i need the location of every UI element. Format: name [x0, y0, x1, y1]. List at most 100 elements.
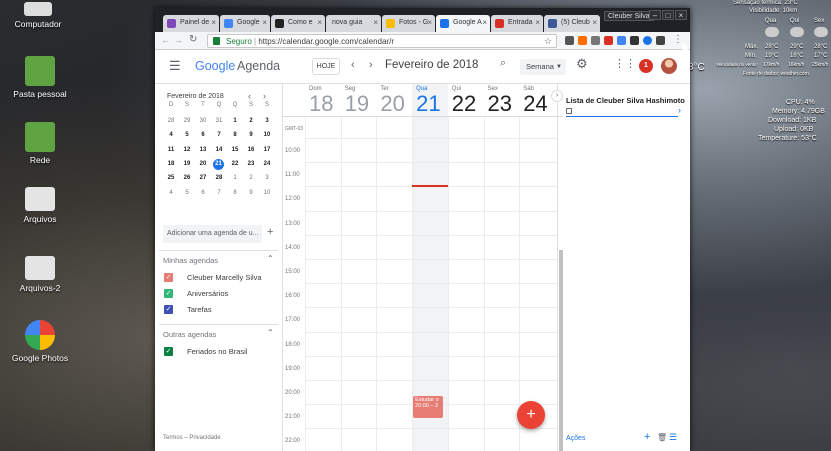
prev-week-icon[interactable]: ‹: [351, 59, 355, 71]
create-event-button[interactable]: +: [517, 401, 545, 429]
extension-icon[interactable]: [656, 36, 665, 45]
today-button[interactable]: HOJE: [312, 58, 340, 75]
chevron-up-icon[interactable]: ⌃: [267, 328, 274, 337]
expand-arrow-icon[interactable]: ›: [551, 90, 563, 102]
day-header[interactable]: Sex 23: [488, 86, 524, 116]
mini-day[interactable]: 8: [227, 132, 243, 138]
gear-icon[interactable]: ⚙: [576, 56, 588, 72]
day-header[interactable]: Qui 22: [452, 86, 488, 116]
mini-day[interactable]: 1: [227, 175, 243, 181]
mini-day[interactable]: 16: [243, 147, 259, 153]
mini-day[interactable]: 31: [211, 118, 227, 124]
mini-day[interactable]: 18: [163, 161, 179, 167]
extension-icon[interactable]: [578, 36, 587, 45]
mini-day[interactable]: 4: [163, 132, 179, 138]
mini-day[interactable]: 2: [243, 118, 259, 124]
mini-day[interactable]: 8: [227, 190, 243, 196]
close-icon[interactable]: ×: [317, 18, 322, 27]
mini-day[interactable]: 3: [259, 118, 275, 124]
close-icon[interactable]: ×: [482, 18, 487, 27]
chevron-right-icon[interactable]: ›: [678, 105, 681, 115]
tab[interactable]: Fotos - G ×: [382, 15, 435, 32]
add-task-plus-icon[interactable]: +: [644, 431, 650, 443]
new-task-checkbox[interactable]: [566, 108, 572, 114]
desktop-icon-network[interactable]: Rede: [0, 122, 80, 165]
mini-next-icon[interactable]: ›: [263, 91, 266, 101]
extension-icon[interactable]: [604, 36, 613, 45]
notification-badge[interactable]: 1: [639, 59, 653, 73]
minimize-button[interactable]: –: [649, 10, 661, 20]
mini-day[interactable]: 25: [163, 175, 179, 181]
calendar-checkbox[interactable]: ✓: [164, 347, 173, 356]
tab[interactable]: Google ×: [220, 15, 270, 32]
close-window-button[interactable]: ×: [675, 10, 687, 20]
calendar-checkbox[interactable]: ✓: [164, 273, 173, 282]
mini-day[interactable]: 28: [211, 175, 227, 181]
mini-day[interactable]: 20: [195, 161, 211, 167]
trash-icon[interactable]: 🗑: [657, 433, 667, 442]
mini-day[interactable]: 15: [227, 147, 243, 153]
mini-day[interactable]: 23: [243, 161, 259, 167]
tab-active[interactable]: Google A ×: [436, 15, 490, 32]
mini-prev-icon[interactable]: ‹: [248, 91, 251, 101]
day-header[interactable]: Dom 18: [309, 86, 345, 116]
add-calendar-plus-icon[interactable]: +: [267, 226, 273, 238]
other-calendars-title[interactable]: Outras agendas: [163, 330, 216, 339]
mini-day[interactable]: 17: [259, 147, 275, 153]
search-icon[interactable]: ⌕: [500, 57, 506, 70]
mini-day[interactable]: 13: [195, 147, 211, 153]
mini-day[interactable]: 10: [259, 132, 275, 138]
mini-day[interactable]: 7: [211, 190, 227, 196]
calendar-checkbox[interactable]: ✓: [164, 289, 173, 298]
desktop-icon-files-2[interactable]: Arquivos-2: [0, 256, 80, 293]
tab[interactable]: Como e ×: [271, 15, 325, 32]
mini-day[interactable]: 12: [179, 147, 195, 153]
extension-icon[interactable]: [630, 36, 639, 45]
close-icon[interactable]: ×: [211, 18, 216, 27]
desktop-icon-files[interactable]: Arquivos: [0, 187, 80, 224]
avatar[interactable]: [661, 58, 677, 74]
mini-day[interactable]: 1: [227, 118, 243, 124]
mini-day[interactable]: 4: [163, 190, 179, 196]
mini-day[interactable]: 24: [259, 161, 275, 167]
extension-icon[interactable]: [565, 36, 574, 45]
mini-day[interactable]: 11: [163, 147, 179, 153]
add-calendar-input[interactable]: Adicionar uma agenda de u...: [163, 225, 262, 243]
tab[interactable]: Painel de ×: [163, 15, 219, 32]
extension-icon[interactable]: [643, 36, 652, 45]
list-icon[interactable]: ☰: [669, 432, 677, 443]
desktop-icon-computer[interactable]: Computador: [0, 0, 78, 29]
actions-menu[interactable]: Ações: [566, 435, 585, 442]
chevron-up-icon[interactable]: ⌃: [267, 254, 274, 263]
footer-links[interactable]: Termos – Privacidade: [163, 435, 221, 441]
star-icon[interactable]: ☆: [544, 36, 552, 47]
view-selector[interactable]: Semana ▼: [520, 59, 566, 75]
extension-icon[interactable]: [617, 36, 626, 45]
mini-day[interactable]: 6: [195, 132, 211, 138]
close-icon[interactable]: ×: [592, 18, 597, 27]
mini-day[interactable]: 28: [163, 118, 179, 124]
mini-day[interactable]: 5: [179, 190, 195, 196]
mini-day[interactable]: 19: [179, 161, 195, 167]
apps-grid-icon[interactable]: ⋮⋮: [614, 57, 636, 70]
mini-day[interactable]: 6: [195, 190, 211, 196]
calendar-checkbox[interactable]: ✓: [164, 305, 173, 314]
forward-icon[interactable]: →: [174, 35, 183, 45]
hamburger-menu-icon[interactable]: ☰: [169, 58, 181, 74]
event-block[interactable]: Estudar o 20:00 – 2: [413, 396, 443, 418]
desktop-icon-home[interactable]: Pasta pessoal: [0, 56, 80, 99]
tab[interactable]: Entrada ×: [491, 15, 543, 32]
mini-day[interactable]: 2: [243, 175, 259, 181]
mini-day[interactable]: 9: [243, 132, 259, 138]
back-icon[interactable]: ←: [161, 35, 170, 45]
mini-day[interactable]: 10: [259, 190, 275, 196]
my-calendars-title[interactable]: Minhas agendas: [163, 256, 218, 265]
close-icon[interactable]: ×: [535, 18, 540, 27]
mini-day[interactable]: 14: [211, 147, 227, 153]
next-week-icon[interactable]: ›: [369, 59, 373, 71]
reload-icon[interactable]: ↻: [189, 34, 197, 45]
desktop-icon-photos[interactable]: Google Photos: [0, 320, 80, 363]
mini-day[interactable]: 29: [179, 118, 195, 124]
mini-day[interactable]: 26: [179, 175, 195, 181]
close-icon[interactable]: ×: [262, 18, 267, 27]
